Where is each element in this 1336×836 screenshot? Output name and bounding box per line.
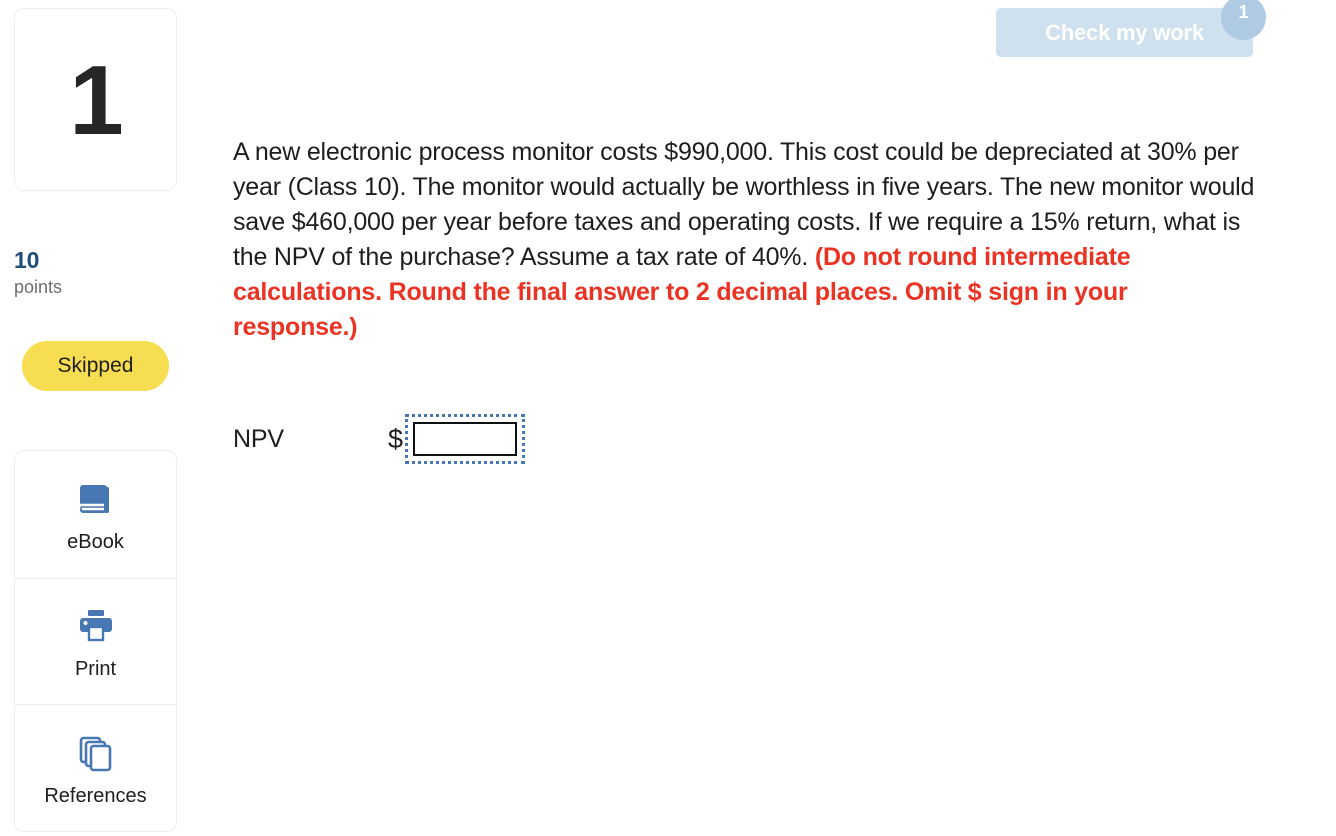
tools-card: eBook Print References bbox=[14, 450, 177, 832]
check-my-work-button[interactable]: Check my work bbox=[996, 8, 1253, 57]
question-number-card: 1 bbox=[14, 8, 177, 191]
status-badge: Skipped bbox=[22, 341, 169, 391]
points-block: 10 points bbox=[14, 247, 177, 301]
book-icon bbox=[73, 476, 119, 522]
printer-icon bbox=[73, 603, 119, 649]
pages-stack-icon bbox=[73, 730, 119, 776]
check-my-work-badge: 1 bbox=[1221, 0, 1266, 40]
answer-field-focus-ring bbox=[405, 414, 526, 464]
points-value: 10 bbox=[14, 247, 40, 273]
answer-label: NPV bbox=[233, 424, 284, 453]
npv-answer-input[interactable] bbox=[413, 422, 518, 456]
question-body: A new electronic process monitor costs $… bbox=[233, 135, 1258, 345]
tool-ebook-label: eBook bbox=[67, 530, 124, 553]
tool-references[interactable]: References bbox=[15, 704, 176, 831]
question-number: 1 bbox=[69, 44, 123, 155]
question-content: Check my work 1 A new electronic process… bbox=[194, 0, 1336, 836]
currency-symbol: $ bbox=[388, 423, 404, 454]
tool-ebook[interactable]: eBook bbox=[15, 451, 176, 578]
tool-print-label: Print bbox=[74, 657, 117, 680]
points-label: points bbox=[14, 277, 63, 298]
check-my-work-container: Check my work 1 bbox=[996, 0, 1266, 57]
answer-row: NPV $ bbox=[233, 414, 526, 464]
question-sidebar: 1 10 points Skipped eBook Print Referenc… bbox=[0, 0, 194, 836]
tool-print[interactable]: Print bbox=[15, 577, 176, 705]
tool-references-label: References bbox=[44, 784, 147, 807]
